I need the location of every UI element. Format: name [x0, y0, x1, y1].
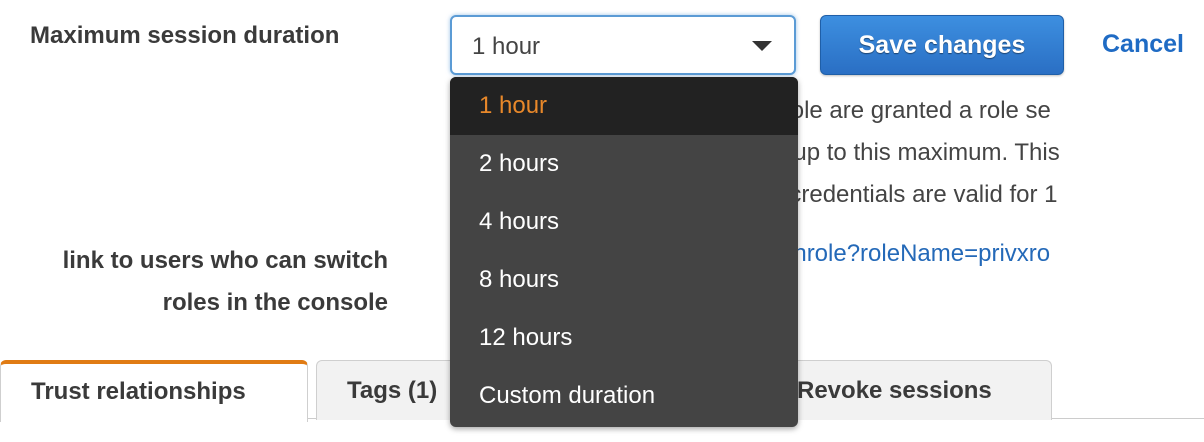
dropdown-option-12-hours[interactable]: 12 hours: [450, 309, 798, 367]
dropdown-option-4-hours[interactable]: 4 hours: [450, 193, 798, 251]
dropdown-option-2-hours[interactable]: 2 hours: [450, 135, 798, 193]
session-duration-select[interactable]: 1 hour: [450, 15, 796, 75]
session-duration-dropdown-menu: 1 hour 2 hours 4 hours 8 hours 12 hours …: [450, 77, 798, 427]
dropdown-option-custom-duration[interactable]: Custom duration: [450, 367, 798, 425]
tab-trust-relationships[interactable]: Trust relationships: [0, 360, 308, 422]
chevron-down-icon: [752, 41, 772, 51]
max-session-duration-label: Maximum session duration: [30, 22, 340, 49]
switch-role-link-label: link to users who can switch roles in th…: [0, 240, 388, 324]
switch-role-link-label-line2: roles in the console: [162, 289, 388, 316]
switch-role-link-label-line1: link to users who can switch: [62, 247, 388, 274]
save-changes-button[interactable]: Save changes: [820, 15, 1064, 75]
tab-revoke-sessions[interactable]: Revoke sessions: [766, 360, 1052, 420]
dropdown-option-8-hours[interactable]: 8 hours: [450, 251, 798, 309]
dropdown-option-1-hour[interactable]: 1 hour: [450, 77, 798, 135]
cancel-button[interactable]: Cancel: [1102, 30, 1184, 59]
session-duration-select-value: 1 hour: [472, 33, 541, 60]
